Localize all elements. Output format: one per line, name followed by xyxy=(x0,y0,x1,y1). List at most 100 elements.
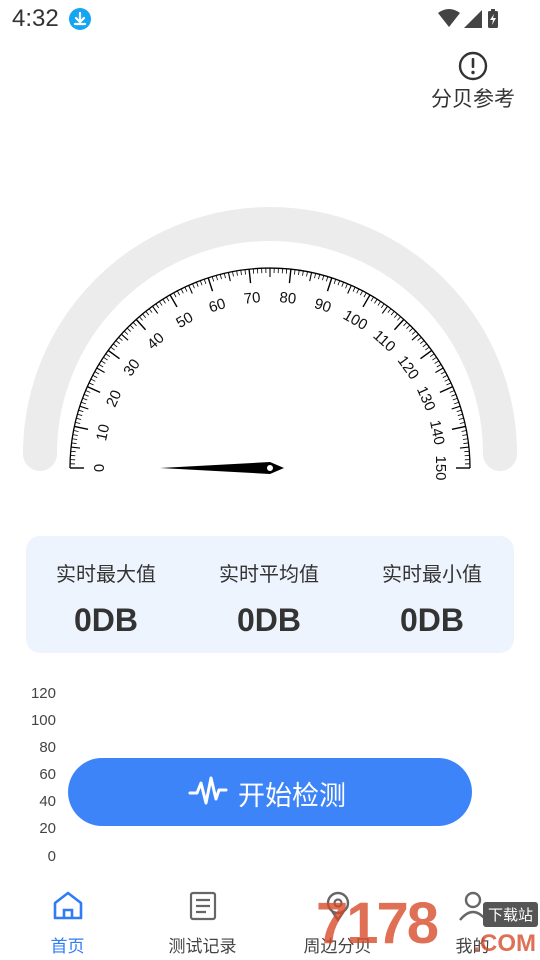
stat-max: 实时最大值 0DB xyxy=(26,536,186,653)
gauge-tick xyxy=(227,272,231,282)
gauge-tick xyxy=(434,360,440,364)
gauge-tick xyxy=(105,353,111,358)
battery-icon xyxy=(488,9,498,28)
gauge-tick-label: 80 xyxy=(279,289,297,308)
gauge-tick xyxy=(162,298,166,304)
gauge-tick xyxy=(449,390,455,393)
gauge-tick xyxy=(440,371,446,375)
gauge-tick xyxy=(139,316,143,321)
gauge-tick xyxy=(451,425,466,431)
gauge-tick-label: 140 xyxy=(426,419,448,447)
gauge-tick xyxy=(135,318,147,331)
stat-avg-label: 实时平均值 xyxy=(219,562,319,586)
gauge-tick xyxy=(180,288,184,294)
gauge-tick xyxy=(435,367,444,373)
y-tick-label: 100 xyxy=(30,712,56,729)
gauge-tick xyxy=(442,374,448,379)
stat-max-label: 实时最大值 xyxy=(56,562,156,586)
gauge-tick xyxy=(145,311,150,316)
start-detect-button[interactable]: 开始检测 xyxy=(68,758,472,826)
gauge-tick xyxy=(456,409,462,413)
gauge-tick xyxy=(192,283,195,289)
stat-avg: 实时平均值 0DB xyxy=(189,536,349,653)
gauge-tick xyxy=(184,286,188,292)
gauge-tick-label: 0 xyxy=(91,464,108,472)
gauge-tick xyxy=(88,382,94,386)
gauge-tick xyxy=(113,343,118,348)
gauge-tick xyxy=(345,283,348,289)
gauge-tick xyxy=(432,356,437,361)
gauge-tick xyxy=(452,397,458,401)
gauge-tick xyxy=(199,280,203,286)
gauge-tick xyxy=(83,394,89,397)
decibel-reference-button[interactable]: 分贝参考 xyxy=(430,50,520,111)
status-time: 4:32 xyxy=(12,5,59,32)
gauge-needle xyxy=(160,462,284,474)
gauge-tick xyxy=(381,305,389,314)
gauge-tick-label: 20 xyxy=(103,388,125,410)
gauge-tick xyxy=(176,290,181,296)
gauge-tick xyxy=(115,340,121,345)
gauge-needle-dot xyxy=(267,465,273,471)
gauge-tick xyxy=(78,409,84,413)
gauge-tick xyxy=(142,313,147,319)
gauge-tick xyxy=(219,274,222,280)
stat-max-value: 0DB xyxy=(73,602,138,638)
gauge-tick xyxy=(148,308,153,313)
gauge-tick xyxy=(129,324,134,329)
gauge-tick xyxy=(123,330,129,335)
gauge-tick xyxy=(387,308,392,313)
wifi-icon xyxy=(438,9,460,27)
gauge-tick xyxy=(294,269,296,275)
gauge-tick xyxy=(232,271,234,277)
gauge-tick xyxy=(409,327,414,332)
gauge-tick xyxy=(94,371,100,375)
gauge-tick xyxy=(356,288,360,294)
y-tick-label: 40 xyxy=(39,793,56,810)
gauge-tick xyxy=(306,271,308,277)
gauge-tick xyxy=(393,318,405,331)
gauge-tick xyxy=(309,272,313,282)
decibel-reference-label: 分贝参考 xyxy=(431,87,515,111)
gauge-outer-arc xyxy=(23,207,517,471)
gauge-tick xyxy=(74,425,89,431)
gauge-tick xyxy=(377,301,382,306)
gauge-tick xyxy=(82,397,88,401)
gauge-tick xyxy=(318,274,321,280)
gauge-tick-label: 110 xyxy=(370,327,399,356)
gauge-tick xyxy=(461,430,467,432)
gauge-tick xyxy=(325,276,329,282)
watermark-suffix: .COM xyxy=(473,930,536,957)
gauge-tick xyxy=(333,278,337,284)
gauge-tick xyxy=(72,434,78,436)
gauge-tick-label: 150 xyxy=(432,455,449,480)
watermark-digits: 7178 xyxy=(316,891,439,956)
nav-item-home[interactable]: 首页 xyxy=(0,880,135,960)
gauge-tick xyxy=(411,333,419,341)
gauge-tick xyxy=(436,364,442,368)
signal-icon xyxy=(464,10,482,28)
gauge-tick xyxy=(420,349,433,360)
stat-min-value: 0DB xyxy=(399,602,464,638)
gauge-tick xyxy=(110,346,115,351)
gauge-tick xyxy=(236,270,238,276)
gauge-tick xyxy=(103,356,108,361)
gauge-tick xyxy=(425,346,430,351)
gauge-tick xyxy=(121,333,129,341)
gauge-tick xyxy=(107,349,120,360)
nav-item-records[interactable]: 测试记录 xyxy=(135,880,270,960)
gauge-tick xyxy=(223,273,226,279)
gauge-tick xyxy=(96,367,105,373)
gauge-tick xyxy=(463,442,469,444)
gauge-tick xyxy=(288,269,292,284)
gauge-tick xyxy=(73,430,79,432)
gauge-tick xyxy=(397,316,401,321)
gauge-tick xyxy=(341,281,344,287)
gauge-tick xyxy=(352,286,356,292)
gauge-tick xyxy=(79,405,89,410)
gauge-tick xyxy=(359,290,364,296)
gauge-tick-label: 50 xyxy=(173,309,196,332)
gauge-tick xyxy=(151,305,159,314)
start-detect-label: 开始检测 xyxy=(238,781,346,812)
gauge-tick xyxy=(126,327,131,332)
